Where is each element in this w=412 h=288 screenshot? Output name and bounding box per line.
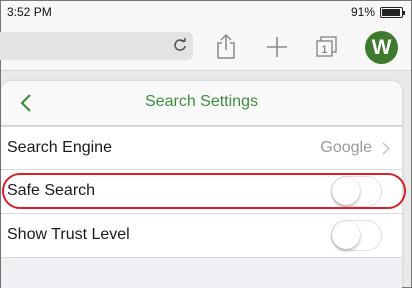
safe-search-toggle[interactable]: [331, 176, 382, 207]
address-bar[interactable]: [0, 32, 193, 60]
reload-icon[interactable]: [173, 38, 187, 52]
status-bar: 3:52 PM 91%: [1, 1, 411, 23]
ipad-screen: 3:52 PM 91% 1 W Search Settings Search E…: [0, 0, 412, 288]
search-engine-value: Google: [320, 139, 372, 156]
plus-icon[interactable]: [266, 36, 288, 58]
popover-header: Search Settings: [1, 81, 402, 126]
logo-letter: W: [371, 35, 392, 59]
show-trust-level-toggle[interactable]: [331, 220, 382, 251]
tabs-icon[interactable]: 1: [315, 36, 339, 58]
wot-logo-button[interactable]: W: [365, 31, 398, 64]
battery-percent: 91%: [350, 5, 375, 19]
toggle-knob: [332, 221, 360, 249]
row-label: Safe Search: [7, 182, 96, 199]
battery-icon: [380, 6, 405, 18]
browser-toolbar: 1 W: [0, 23, 411, 71]
status-time: 3:52 PM: [7, 5, 52, 19]
row-label: Search Engine: [7, 139, 112, 156]
row-safe-search: Safe Search: [1, 170, 402, 214]
row-show-trust-level: Show Trust Level: [1, 214, 402, 258]
search-settings-popover: Search Settings Search Engine Google Saf…: [1, 81, 402, 288]
chevron-right-icon: [382, 142, 390, 155]
popover-title: Search Settings: [145, 93, 258, 110]
tabs-count: 1: [321, 44, 327, 56]
row-label: Show Trust Level: [7, 226, 130, 243]
share-icon[interactable]: [215, 34, 237, 60]
battery-indicator: 91%: [350, 5, 405, 19]
toggle-knob: [332, 177, 360, 205]
row-search-engine[interactable]: Search Engine Google: [1, 126, 402, 170]
